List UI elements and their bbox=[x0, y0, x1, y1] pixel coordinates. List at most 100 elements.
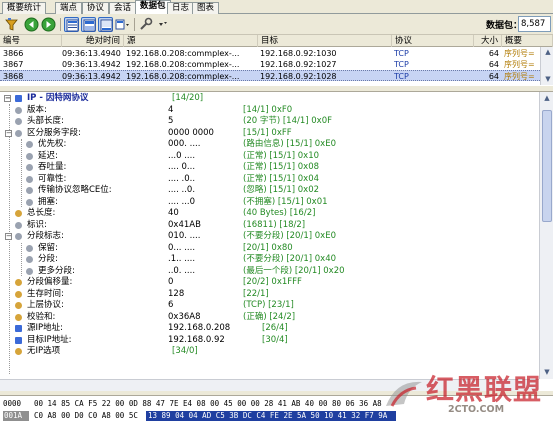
decode-tree-scrollbar[interactable]: ▲ ▼ bbox=[539, 92, 553, 379]
tab-charts[interactable]: 图表 bbox=[192, 2, 220, 14]
tree-node-value: 0 bbox=[168, 277, 174, 287]
tree-node[interactable]: 分段: .1.. .... (不要分段) [20/1] 0x40 bbox=[0, 254, 539, 266]
tree-node-comment: (40 Bytes) [16/2] bbox=[243, 208, 316, 218]
column-header-number[interactable]: 编号 bbox=[0, 35, 62, 47]
column-header-summary[interactable]: 概要 bbox=[502, 35, 553, 47]
view-hex-icon[interactable] bbox=[98, 17, 113, 32]
site-watermark: 红黑联盟 2CTO.COM bbox=[380, 368, 550, 426]
collapse-icon[interactable]: − bbox=[4, 95, 11, 102]
cell-number: 3866 bbox=[3, 49, 24, 58]
tab-endpoints[interactable]: 端点 bbox=[55, 2, 83, 14]
cell-source: 192.168.0.208:commplex-... bbox=[126, 49, 240, 58]
tree-node-value: .... 0... bbox=[168, 162, 196, 172]
view-menu-icon[interactable] bbox=[115, 17, 130, 32]
column-header-source[interactable]: 源 bbox=[124, 35, 258, 47]
field-icon bbox=[15, 279, 22, 286]
field-icon bbox=[15, 118, 22, 125]
cell-summary: 序列号= bbox=[504, 49, 535, 58]
field-icon bbox=[26, 187, 33, 194]
cell-protocol: TCP bbox=[394, 49, 409, 58]
view-tree-icon[interactable] bbox=[81, 17, 96, 32]
tree-node[interactable]: 保留: 0... .... [20/1] 0x80 bbox=[0, 243, 539, 255]
filter-icon[interactable] bbox=[4, 17, 19, 32]
column-header-absolute-time[interactable]: 绝对时间 bbox=[62, 35, 124, 47]
collapse-icon[interactable]: − bbox=[5, 129, 12, 137]
tree-node[interactable]: 传输协议忽略CE位: .... ..0. (忽略) [15/1] 0x02 bbox=[0, 185, 539, 197]
settings-icon[interactable] bbox=[138, 17, 153, 32]
tree-node-label: 目标IP地址: bbox=[27, 334, 72, 345]
tree-node[interactable]: − 区分服务字段: 0000 0000 [15/1] 0xFF bbox=[0, 128, 539, 140]
tree-node-label: 更多分段: bbox=[38, 265, 75, 276]
field-icon bbox=[26, 198, 33, 206]
tree-node[interactable]: − 分段标志: 010. .... (不要分段) [20/1] 0xE0 bbox=[0, 231, 539, 243]
tab-protocols[interactable]: 协议 bbox=[82, 2, 110, 14]
packet-decode-tree: − IP - 因特网协议 [14/20] 版本: 4 [14/1] 0xF0 头… bbox=[0, 92, 539, 379]
tree-node[interactable]: 版本: 4 [14/1] 0xF0 bbox=[0, 105, 539, 117]
tab-conversations[interactable]: 会话 bbox=[109, 2, 137, 14]
hex-offset: 001A bbox=[3, 411, 29, 421]
pane-splitter[interactable] bbox=[0, 85, 553, 92]
tree-node-offset: [14/20] bbox=[172, 93, 204, 103]
scroll-up-arrow-icon[interactable]: ▲ bbox=[543, 48, 553, 56]
table-row-selected[interactable]: 3868 09:36:13.494254 192.168.0.208:commp… bbox=[0, 70, 540, 81]
column-header-destination[interactable]: 目标 bbox=[258, 35, 392, 47]
tree-node[interactable]: 目标IP地址: 192.168.0.92 [30/4] bbox=[0, 335, 539, 347]
field-icon bbox=[26, 141, 33, 148]
tree-node[interactable]: 标识: 0x41AB (16811) [18/2] bbox=[0, 220, 539, 232]
hex-bytes[interactable]: 00 14 85 CA F5 22 00 0D 88 47 7E E4 08 0… bbox=[34, 399, 382, 409]
tree-node-value: 40 bbox=[168, 208, 179, 218]
packet-table-scrollbar[interactable]: ▲ ▼ bbox=[540, 47, 553, 85]
tree-node-comment: [22/1] bbox=[243, 288, 269, 299]
collapse-icon[interactable]: − bbox=[5, 233, 12, 240]
tree-node-value: .... .0.. bbox=[168, 173, 196, 184]
toolbar-separator bbox=[60, 18, 61, 31]
back-arrow-icon[interactable] bbox=[24, 17, 39, 32]
tree-node-comment: (正常) [15/1] 0x08 bbox=[243, 162, 320, 172]
tree-node[interactable]: 生存时间: 128 [22/1] bbox=[0, 289, 539, 301]
tools-icon[interactable] bbox=[155, 17, 170, 32]
view-tab-bar: 概要统计 端点 协议 会话 数据包 日志 图表 bbox=[0, 0, 553, 14]
tab-log[interactable]: 日志 bbox=[167, 2, 195, 14]
tree-node[interactable]: 校验和: 0x36A8 (正确) [24/2] bbox=[0, 312, 539, 324]
scrollbar-thumb[interactable] bbox=[542, 110, 552, 222]
field-icon bbox=[15, 129, 22, 137]
tree-node[interactable]: 拥塞: .... ...0 (不拥塞) [15/1] 0x01 bbox=[0, 197, 539, 209]
hex-bytes-selected[interactable]: 13 89 04 04 AD C5 3B DC C4 FE 2E 5A 50 1… bbox=[146, 411, 396, 421]
tree-node[interactable]: 头部长度: 5 (20 字节) [14/1] 0x0F bbox=[0, 116, 539, 128]
cell-time: 09:36:13.494211 bbox=[62, 60, 121, 69]
tree-node-value: 0000 0000 bbox=[168, 127, 214, 138]
protocol-icon bbox=[15, 95, 22, 102]
hex-offset: 0000 bbox=[3, 399, 22, 408]
scroll-up-arrow-icon[interactable]: ▲ bbox=[542, 94, 552, 102]
tree-node[interactable]: 无IP选项 [34/0] bbox=[0, 346, 539, 358]
field-icon bbox=[26, 244, 33, 252]
tree-node-label: 区分服务字段: bbox=[27, 127, 81, 138]
tree-node[interactable]: 可靠性: .... .0.. (正常) [15/1] 0x04 bbox=[0, 174, 539, 186]
tree-node[interactable]: 上层协议: 6 (TCP) [23/1] bbox=[0, 300, 539, 312]
tree-node-value: ..0. .... bbox=[168, 265, 196, 276]
column-header-protocol[interactable]: 协议 bbox=[392, 35, 474, 47]
tree-node[interactable]: 源IP地址: 192.168.0.208 [26/4] bbox=[0, 323, 539, 335]
tree-node[interactable]: 总长度: 40 (40 Bytes) [16/2] bbox=[0, 208, 539, 220]
scroll-down-arrow-icon[interactable]: ▼ bbox=[543, 75, 553, 83]
tree-node-comment: (最后一个段) [20/1] 0x20 bbox=[243, 265, 345, 276]
tab-packets[interactable]: 数据包 bbox=[135, 0, 171, 14]
tree-node[interactable]: 分段偏移量: 0 [20/2] 0x1FFF bbox=[0, 277, 539, 289]
table-row[interactable]: 3866 09:36:13.494066 192.168.0.208:commp… bbox=[0, 48, 540, 59]
tree-node[interactable]: 更多分段: ..0. .... (最后一个段) [20/1] 0x20 bbox=[0, 266, 539, 278]
tree-node-ip-protocol[interactable]: − IP - 因特网协议 [14/20] bbox=[0, 93, 539, 105]
tab-summary-stats[interactable]: 概要统计 bbox=[2, 2, 47, 14]
tree-node-comment: [14/1] 0xF0 bbox=[243, 104, 293, 115]
tree-node-comment: [15/1] 0xFF bbox=[243, 127, 292, 138]
tree-node[interactable]: 吞吐量: .... 0... (正常) [15/1] 0x08 bbox=[0, 162, 539, 174]
tree-node[interactable]: 优先权: 000. .... (路由信息) [15/1] 0xE0 bbox=[0, 139, 539, 151]
tree-node[interactable]: 延迟: ...0 .... (正常) [15/1] 0x10 bbox=[0, 151, 539, 163]
view-list-icon[interactable] bbox=[64, 17, 79, 32]
column-header-size[interactable]: 大小 bbox=[474, 35, 502, 47]
table-row[interactable]: 3867 09:36:13.494211 192.168.0.208:commp… bbox=[0, 59, 540, 70]
tree-node-comment: [20/1] 0x80 bbox=[243, 242, 293, 253]
field-icon bbox=[15, 348, 22, 355]
forward-arrow-icon[interactable] bbox=[41, 17, 56, 32]
field-icon bbox=[15, 221, 22, 229]
hex-bytes[interactable]: C0 A8 00 D0 C0 A8 00 5C bbox=[34, 411, 138, 421]
